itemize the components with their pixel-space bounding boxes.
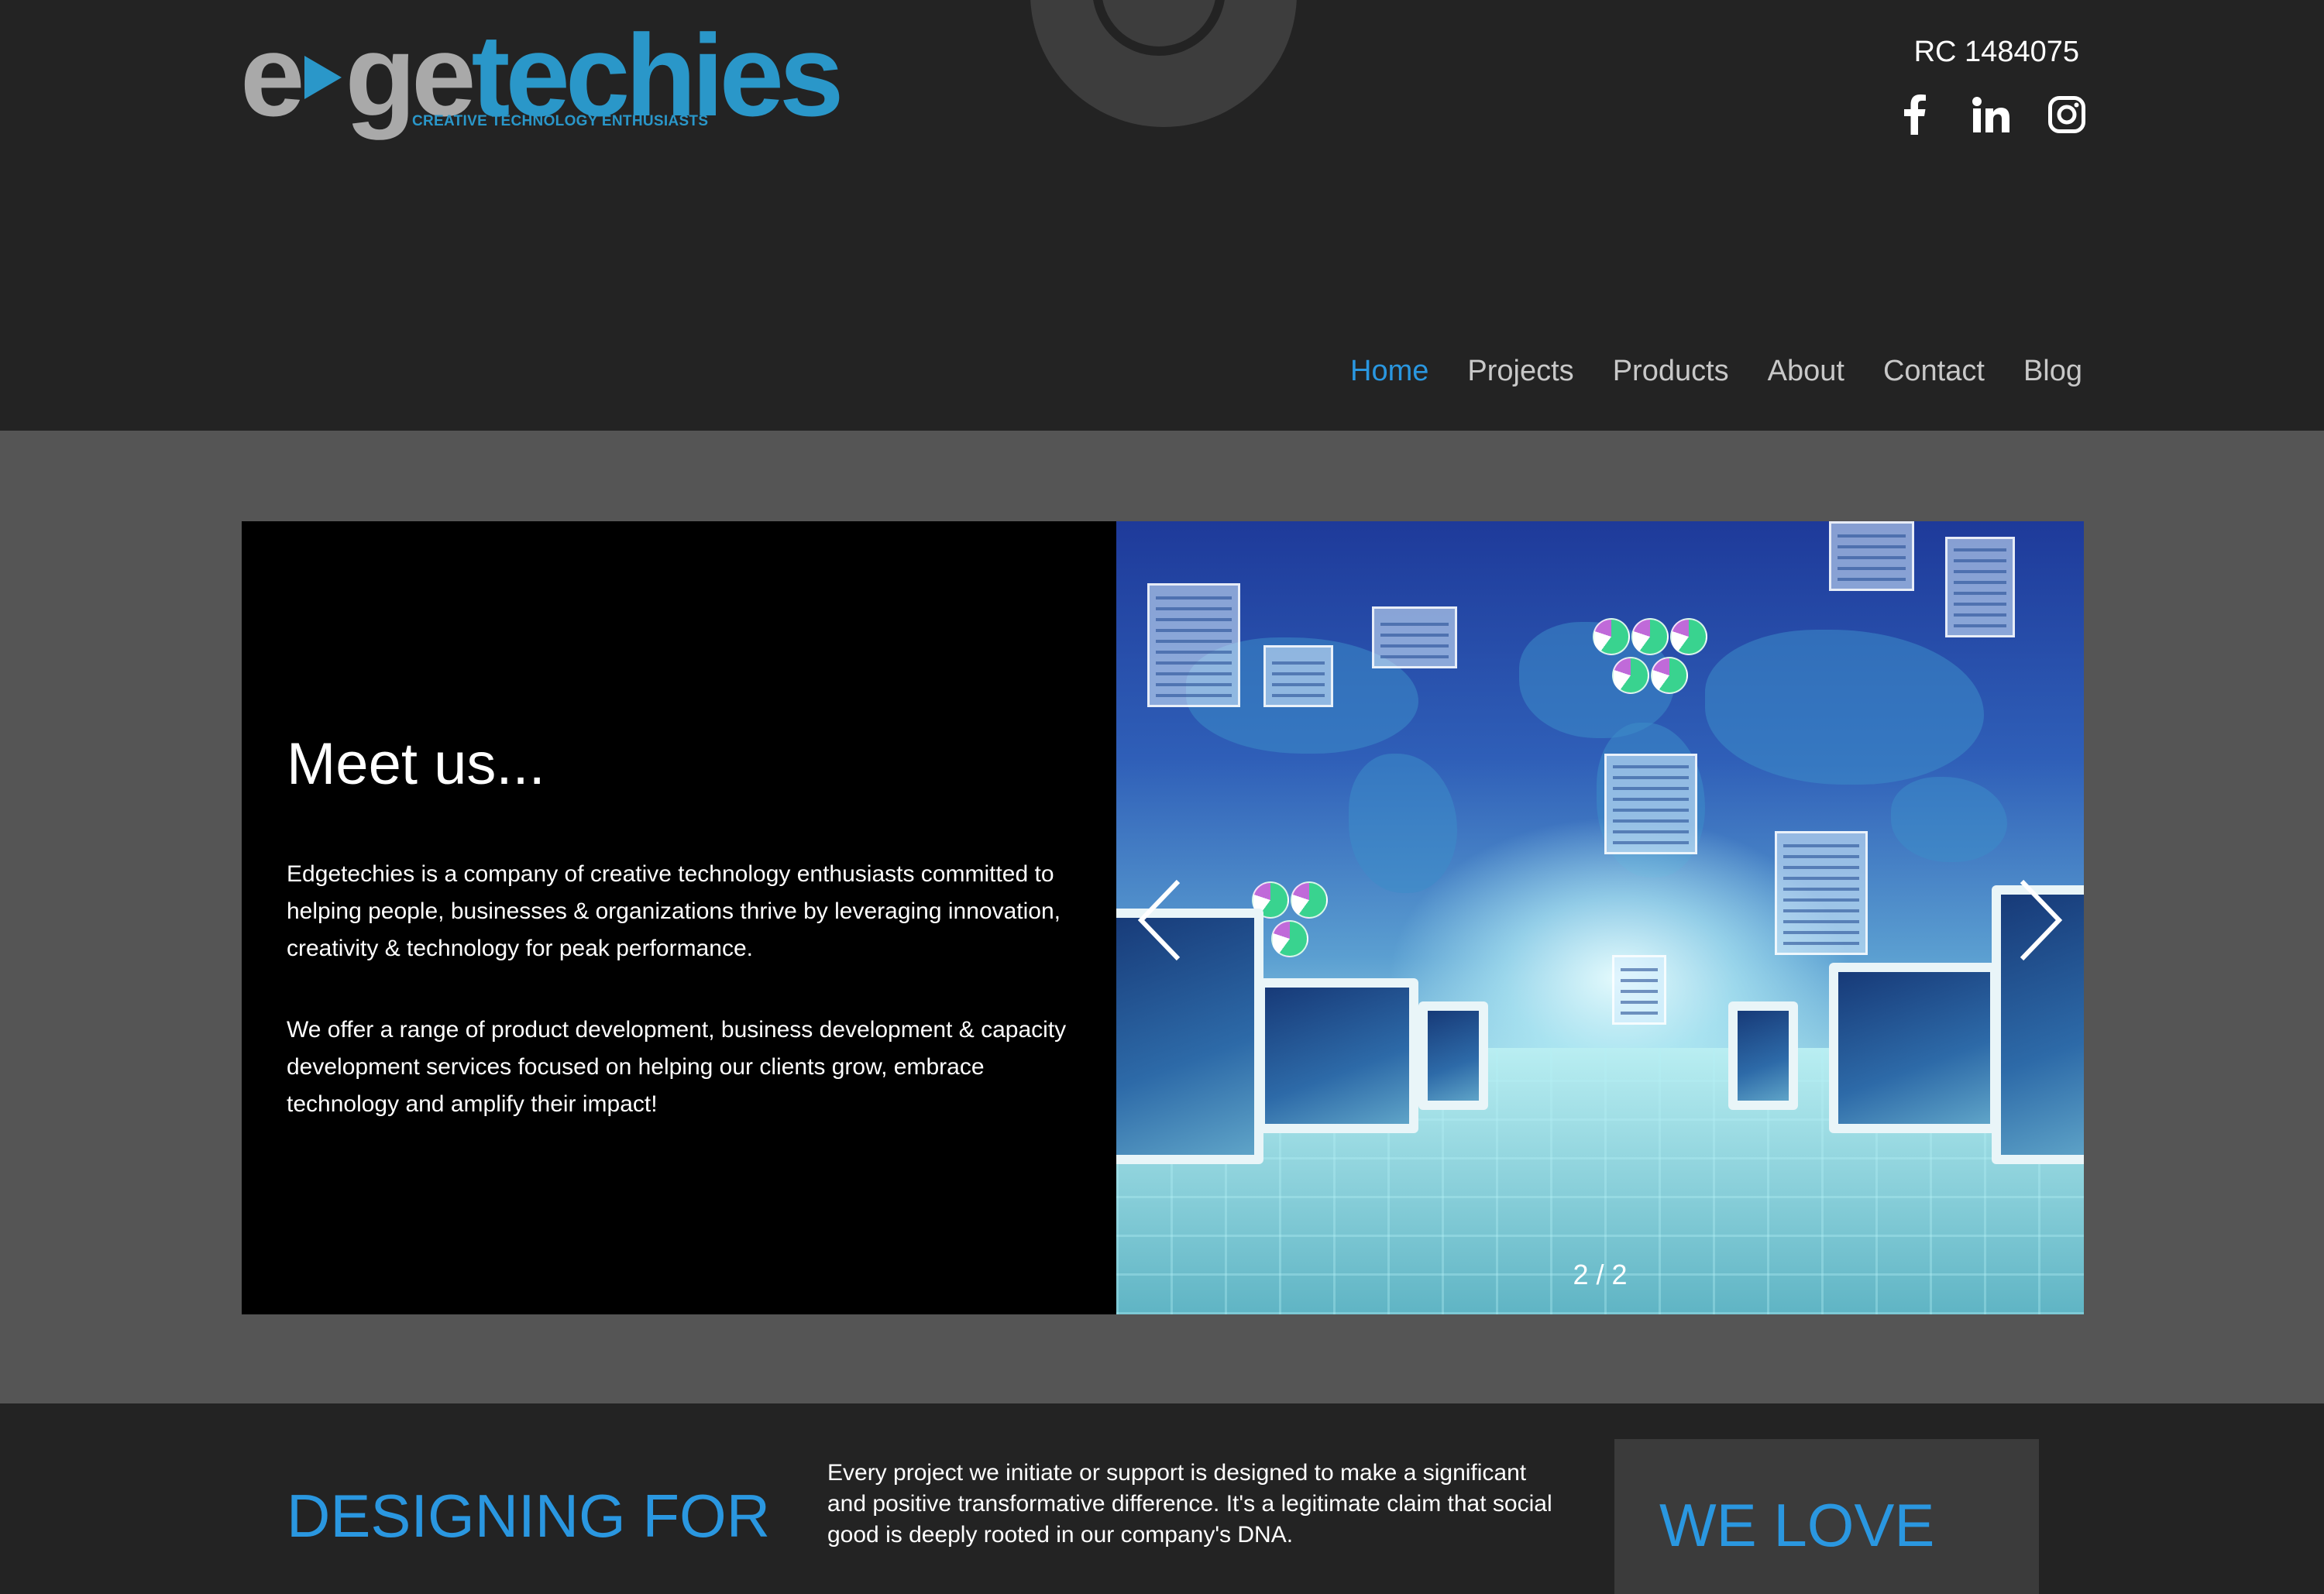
nav-item-contact[interactable]: Contact bbox=[1883, 355, 1985, 388]
intro-title: Meet us... bbox=[287, 731, 545, 797]
data-panel bbox=[1147, 583, 1240, 707]
logo-play-arrow-icon bbox=[304, 56, 342, 100]
pie-chart-graphic bbox=[1651, 657, 1688, 694]
hero-section: Meet us... Edgetechies is a company of c… bbox=[0, 431, 2324, 1403]
slider-prev-button[interactable] bbox=[1132, 874, 1194, 967]
rc-number: RC 1484075 bbox=[1913, 36, 2079, 68]
nav-item-about[interactable]: About bbox=[1768, 355, 1844, 388]
chevron-left-icon bbox=[1137, 879, 1181, 961]
linkedin-icon[interactable] bbox=[1971, 94, 2011, 135]
site-header: e getechies CREATIVE TECHNOLOGY ENTHUSIAS… bbox=[0, 0, 2324, 431]
nav-item-home[interactable]: Home bbox=[1350, 355, 1428, 388]
map-continent bbox=[1705, 630, 1984, 785]
designing-section: DESIGNING FOR Every project we initiate … bbox=[0, 1403, 2324, 1594]
edgetechies-logo[interactable]: e getechies CREATIVE TECHNOLOGY ENTHUSIAS… bbox=[240, 17, 844, 139]
designing-title: DESIGNING FOR bbox=[287, 1482, 771, 1550]
facebook-icon[interactable] bbox=[1895, 94, 1935, 135]
data-panel bbox=[1829, 521, 1914, 591]
data-panel bbox=[1612, 955, 1666, 1025]
main-nav: Home Projects Products About Contact Blo… bbox=[1350, 355, 2082, 388]
designing-text: Every project we initiate or support is … bbox=[827, 1460, 1552, 1548]
data-panel bbox=[1263, 645, 1333, 707]
decorative-circle bbox=[1030, 0, 1297, 127]
pie-chart-graphic bbox=[1670, 618, 1707, 655]
monitor-graphic bbox=[1829, 963, 1999, 1133]
instagram-icon[interactable] bbox=[2047, 94, 2087, 135]
pie-chart-graphic bbox=[1291, 881, 1328, 919]
pie-chart-graphic bbox=[1612, 657, 1649, 694]
map-continent bbox=[1891, 777, 2007, 862]
data-panel bbox=[1945, 537, 2015, 637]
we-love-box: WE LOVE bbox=[1614, 1439, 2039, 1594]
monitor-graphic bbox=[1256, 978, 1418, 1133]
logo-letter-e: e bbox=[240, 10, 304, 140]
pie-chart-graphic bbox=[1271, 920, 1308, 957]
intro-paragraph-2: We offer a range of product development,… bbox=[287, 1017, 1067, 1117]
image-slider: 2 / 2 bbox=[1116, 521, 2084, 1314]
data-panel bbox=[1372, 606, 1457, 668]
intro-paragraph-1: Edgetechies is a company of creative tec… bbox=[287, 861, 1061, 961]
monitor-graphic bbox=[1728, 1001, 1798, 1110]
data-panel bbox=[1775, 831, 1868, 955]
intro-box: Meet us... Edgetechies is a company of c… bbox=[242, 521, 1116, 1314]
logo-tagline: CREATIVE TECHNOLOGY ENTHUSIASTS bbox=[412, 113, 709, 129]
we-love-title: WE LOVE bbox=[1659, 1491, 1935, 1559]
nav-item-products[interactable]: Products bbox=[1613, 355, 1729, 388]
data-panel bbox=[1604, 754, 1697, 854]
nav-item-blog[interactable]: Blog bbox=[2023, 355, 2082, 388]
decorative-circle-inner bbox=[1092, 0, 1226, 56]
nav-item-projects[interactable]: Projects bbox=[1467, 355, 1573, 388]
map-continent bbox=[1349, 754, 1457, 893]
monitor-graphic bbox=[1418, 1001, 1488, 1110]
pie-chart-graphic bbox=[1593, 618, 1630, 655]
pie-chart-graphic bbox=[1631, 618, 1669, 655]
chevron-right-icon bbox=[2020, 879, 2063, 961]
social-links bbox=[1895, 94, 2087, 135]
slide-counter: 2 / 2 bbox=[1573, 1259, 1628, 1290]
slider-next-button[interactable] bbox=[2006, 874, 2068, 967]
